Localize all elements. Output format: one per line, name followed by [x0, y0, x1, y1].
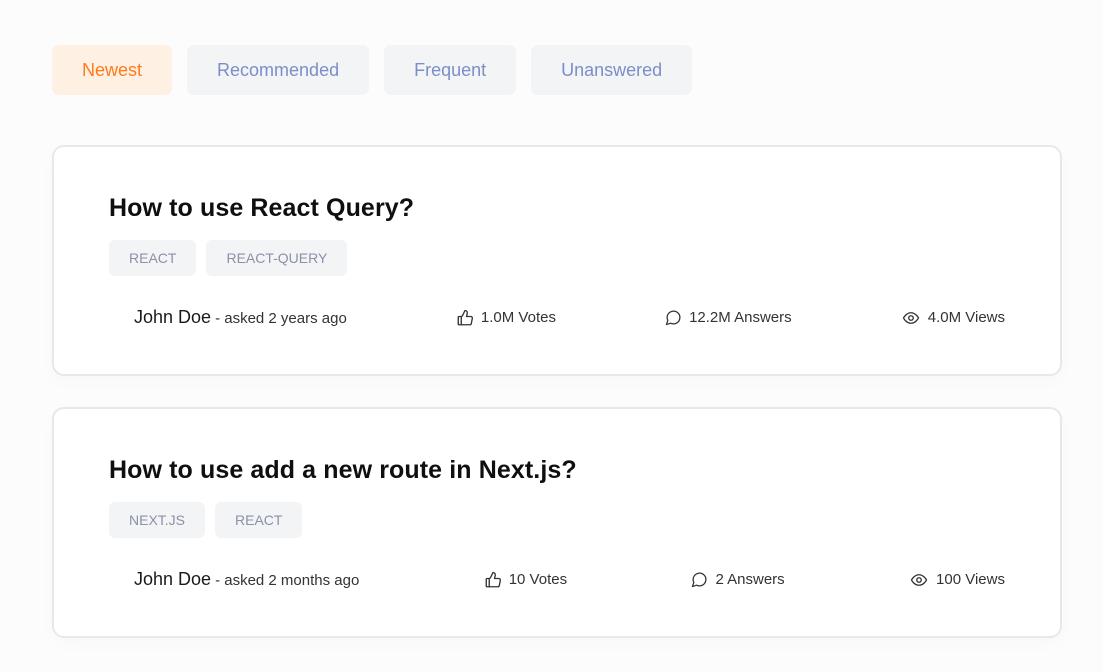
- question-title[interactable]: How to use add a new route in Next.js?: [109, 456, 577, 485]
- filter-unanswered-button[interactable]: Unanswered: [531, 45, 693, 95]
- message-circle-icon: [691, 571, 708, 588]
- author-name[interactable]: John Doe: [134, 307, 211, 328]
- votes-stat: 1.0M Votes: [456, 309, 556, 327]
- filter-recommended-button[interactable]: Recommended: [187, 45, 370, 95]
- votes-stat: 10 Votes: [484, 571, 567, 589]
- eye-icon: [909, 571, 929, 589]
- author-info: John Doe - asked 2 months ago: [134, 569, 359, 590]
- author-info: John Doe - asked 2 years ago: [134, 307, 347, 328]
- filter-tabs: Newest Recommended Frequent Unanswered: [52, 45, 693, 95]
- question-card: How to use React Query? REACT REACT-QUER…: [52, 145, 1062, 376]
- tag[interactable]: REACT: [215, 502, 303, 538]
- thumbs-up-icon: [456, 309, 474, 327]
- question-meta: John Doe - asked 2 months ago 10 Votes 2…: [134, 569, 1005, 590]
- question-list: How to use React Query? REACT REACT-QUER…: [52, 145, 1062, 669]
- message-circle-icon: [665, 309, 682, 326]
- votes-count: 10 Votes: [508, 571, 568, 588]
- answers-count: 12.2M Answers: [689, 309, 792, 326]
- tag-list: NEXT.JS REACT: [109, 502, 303, 538]
- author-name[interactable]: John Doe: [134, 569, 211, 590]
- eye-icon: [901, 309, 921, 327]
- question-card: How to use add a new route in Next.js? N…: [52, 407, 1062, 638]
- thumbs-up-icon: [484, 571, 502, 589]
- question-title[interactable]: How to use React Query?: [109, 194, 414, 223]
- tag[interactable]: REACT-QUERY: [206, 240, 348, 276]
- tag[interactable]: REACT: [109, 240, 197, 276]
- views-stat: 4.0M Views: [901, 309, 1005, 327]
- tag[interactable]: NEXT.JS: [109, 502, 206, 538]
- views-count: 4.0M Views: [927, 309, 1005, 326]
- filter-newest-button[interactable]: Newest: [52, 45, 173, 95]
- votes-count: 1.0M Votes: [480, 309, 556, 326]
- asked-time: - asked 2 years ago: [215, 310, 347, 327]
- views-count: 100 Views: [936, 571, 1005, 588]
- asked-time: - asked 2 months ago: [215, 572, 360, 589]
- tag-list: REACT REACT-QUERY: [109, 240, 348, 276]
- answers-stat: 12.2M Answers: [665, 309, 792, 326]
- question-meta: John Doe - asked 2 years ago 1.0M Votes …: [134, 307, 1005, 328]
- answers-count: 2 Answers: [715, 571, 785, 588]
- views-stat: 100 Views: [909, 571, 1005, 589]
- answers-stat: 2 Answers: [691, 571, 785, 588]
- filter-frequent-button[interactable]: Frequent: [384, 45, 517, 95]
